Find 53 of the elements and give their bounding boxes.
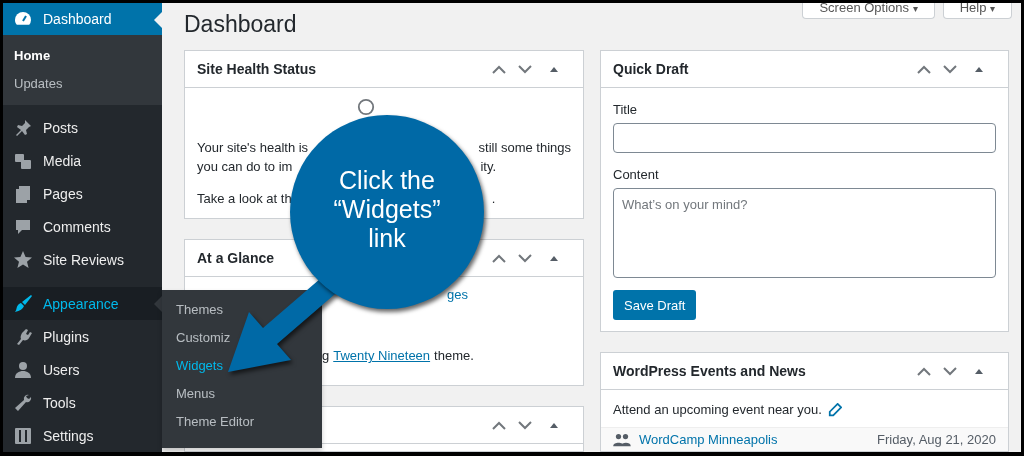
- body-text: ity.: [480, 158, 497, 176]
- brush-icon: [13, 293, 33, 314]
- menu-item[interactable]: Settings: [3, 419, 162, 452]
- people-icon: [613, 432, 631, 447]
- panel-title: At a Glance: [197, 250, 275, 266]
- dropdown-button[interactable]: Screen Options ▾: [802, 3, 935, 19]
- menu-item[interactable]: Media: [3, 144, 162, 177]
- panel-title: WordPress Events and News: [613, 363, 806, 379]
- event-date: Friday, Aug 21, 2020: [877, 432, 996, 447]
- page-title: Dashboard: [184, 11, 297, 38]
- submenu-item[interactable]: Theme Editor: [162, 408, 322, 436]
- submenu-item[interactable]: Home: [3, 42, 162, 70]
- pages-link[interactable]: ges: [447, 287, 468, 302]
- field-label: Title: [613, 102, 638, 117]
- title-field[interactable]: [613, 123, 996, 153]
- dropdown-button[interactable]: Help ▾: [942, 3, 1012, 19]
- status-ring-icon: [357, 98, 375, 116]
- menu-item[interactable]: Plugins: [3, 320, 162, 353]
- menu-item[interactable]: Posts: [3, 111, 162, 144]
- user-icon: [13, 359, 33, 380]
- submenu-item[interactable]: Menus: [162, 380, 322, 408]
- field-label: Content: [613, 167, 659, 182]
- save-draft-button[interactable]: Save Draft: [613, 290, 697, 320]
- submenu-item[interactable]: Themes: [162, 296, 322, 324]
- body-text: Take a look at th: [197, 190, 292, 208]
- menu-item[interactable]: Users: [3, 353, 162, 386]
- menu-item[interactable]: Comments: [3, 210, 162, 243]
- body-text: you can do to im: [197, 158, 293, 176]
- pages-icon: [13, 183, 33, 204]
- event-link[interactable]: WordCamp Minneapolis: [639, 432, 778, 447]
- body-text: theme.: [434, 348, 474, 363]
- content-field[interactable]: What’s on your mind?: [613, 188, 996, 278]
- body-text: Your site's health is: [197, 139, 309, 157]
- body-text: Attend an upcoming event near you.: [613, 402, 822, 417]
- submenu-item[interactable]: Customiz: [162, 324, 322, 352]
- star-icon: [13, 249, 33, 270]
- panel-title: Quick Draft: [613, 61, 689, 77]
- submenu-item[interactable]: Widgets: [162, 352, 322, 380]
- menu-item[interactable]: Site Reviews: [3, 243, 162, 276]
- theme-link[interactable]: Twenty Nineteen: [333, 348, 431, 363]
- menu-item[interactable]: Pages: [3, 177, 162, 210]
- menu-item[interactable]: Tools: [3, 386, 162, 419]
- callout-text: Click the “Widgets” link: [332, 166, 442, 253]
- menu-item[interactable]: Dashboard: [3, 3, 162, 35]
- menu-item[interactable]: Appearance: [3, 287, 162, 320]
- body-text: g: [322, 348, 330, 363]
- submenu-item[interactable]: Updates: [3, 70, 162, 98]
- pencil-icon[interactable]: [827, 402, 842, 417]
- body-text: .: [491, 190, 496, 208]
- panel-title: Site Health Status: [197, 61, 317, 77]
- sliders-icon: [13, 425, 33, 446]
- wrench-icon: [13, 392, 33, 413]
- body-text: still some things: [478, 139, 571, 157]
